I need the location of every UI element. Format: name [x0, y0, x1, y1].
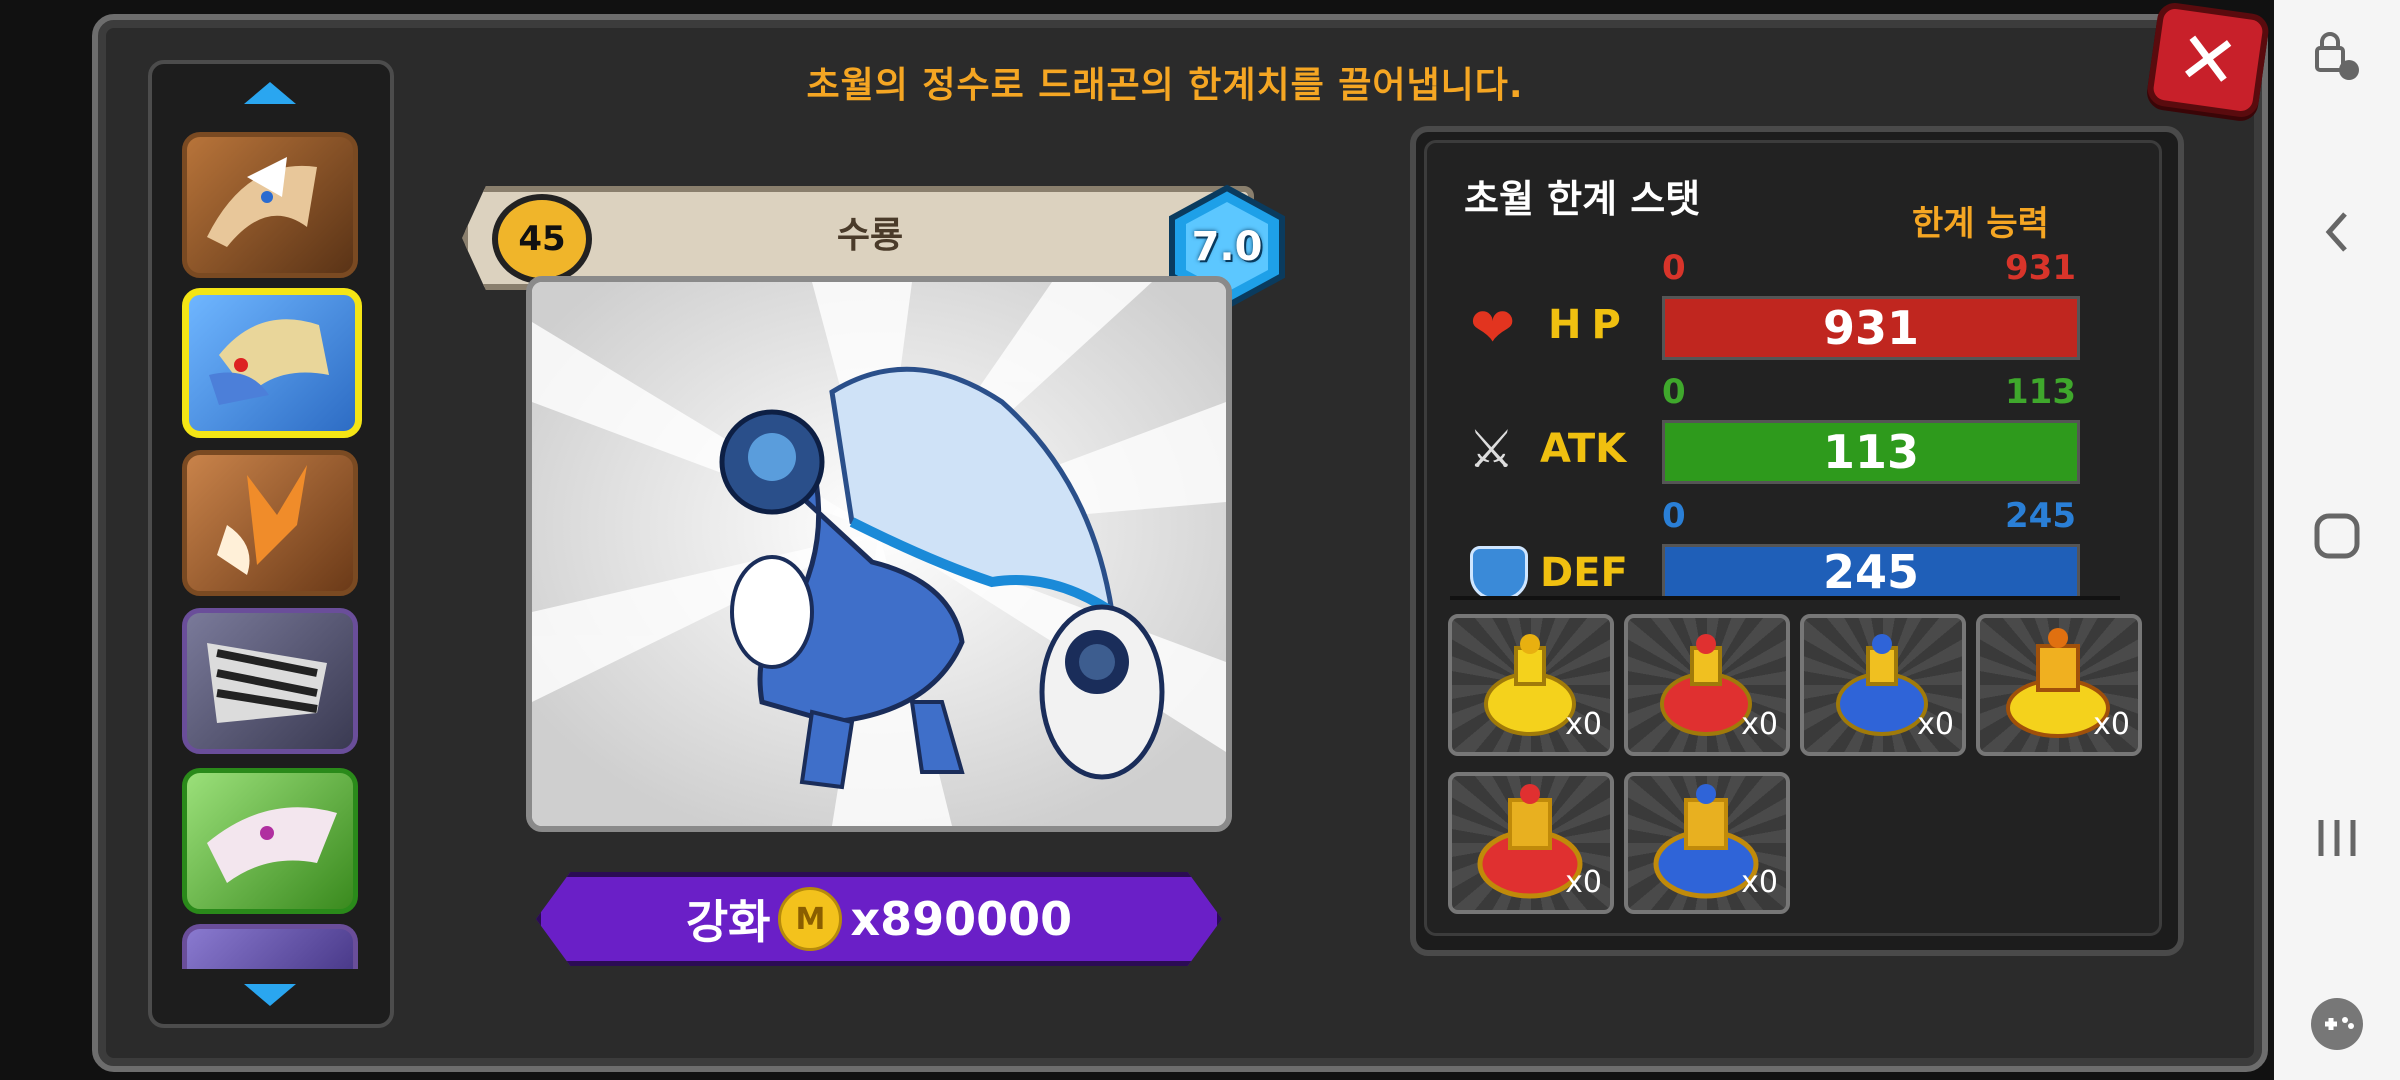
- close-button[interactable]: ✕: [2145, 0, 2271, 120]
- dragon-icon: [209, 319, 329, 405]
- atk-min: 0: [1662, 372, 1686, 412]
- def-bar: 245: [1662, 544, 2080, 599]
- hp-value: 931: [1822, 301, 1920, 355]
- dragon-icon: [207, 157, 317, 247]
- dragon-thumb-4[interactable]: [182, 608, 358, 754]
- scroll-up-icon[interactable]: [244, 82, 296, 104]
- touch-lock-icon[interactable]: [2303, 24, 2371, 92]
- atk-label: ATK: [1540, 426, 1627, 472]
- potion-count: x0: [1741, 865, 1778, 900]
- atk-max: 113: [2005, 372, 2076, 412]
- upgrade-label: 강화: [685, 895, 771, 949]
- home-icon[interactable]: [2303, 502, 2371, 570]
- shield-icon: [1470, 546, 1528, 600]
- atk-bar: 113: [1662, 420, 2080, 484]
- potion-count: x0: [1565, 865, 1602, 900]
- back-icon[interactable]: [2303, 198, 2371, 266]
- dragon-thumb-5[interactable]: [182, 768, 358, 914]
- coin-symbol: M: [795, 901, 826, 937]
- dragon-thumb-6[interactable]: [182, 924, 358, 969]
- potion-slot-blue-large[interactable]: x0: [1624, 772, 1790, 914]
- potion-count: x0: [1741, 707, 1778, 742]
- def-label: DEF: [1540, 550, 1628, 596]
- potion-slot-red-large[interactable]: x0: [1448, 772, 1614, 914]
- panel-header: 초월의 정수로 드래곤의 한계치를 끌어냅니다.: [806, 65, 1524, 106]
- crossed-swords-icon: ⚔: [1468, 420, 1515, 480]
- gold-coin-icon: M: [778, 887, 843, 951]
- dragon-icon: [217, 465, 307, 575]
- dragon-thumb-1[interactable]: [182, 132, 358, 278]
- hp-bar: 931: [1662, 296, 2080, 360]
- stat-title: 초월 한계 스탯: [1464, 177, 1701, 221]
- potion-slot-yellow[interactable]: x0: [1448, 614, 1614, 756]
- dragon-name: 수룡: [836, 215, 904, 256]
- game-tools-icon[interactable]: [2303, 990, 2371, 1058]
- potion-count: x0: [1917, 707, 1954, 742]
- close-icon: ✕: [2172, 14, 2244, 106]
- potion-slot-blue[interactable]: x0: [1800, 614, 1966, 756]
- dragon-thumb-3[interactable]: [182, 450, 358, 596]
- def-min: 0: [1662, 496, 1686, 536]
- potion-slot-gold[interactable]: x0: [1976, 614, 2142, 756]
- stat-divider: [1450, 596, 2120, 600]
- recents-icon[interactable]: [2303, 804, 2371, 872]
- potion-slot-red[interactable]: x0: [1624, 614, 1790, 756]
- dragon-icon: [207, 807, 337, 883]
- dragon-list: [148, 60, 394, 1028]
- potion-count: x0: [2093, 707, 2130, 742]
- level-badge: 45: [492, 194, 592, 284]
- scroll-down-icon[interactable]: [244, 984, 296, 1006]
- def-value: 245: [1822, 545, 1920, 599]
- dragon-thumb-2-selected[interactable]: [182, 288, 362, 438]
- heart-icon: ❤: [1470, 296, 1516, 359]
- upgrade-cost: x890000: [850, 892, 1073, 946]
- hp-label: HP: [1548, 302, 1631, 348]
- dragon-icon: [207, 643, 327, 723]
- hp-min: 0: [1662, 248, 1686, 288]
- dragon-portrait: [526, 276, 1232, 832]
- dragon-illustration: [532, 282, 1226, 826]
- def-max: 245: [2005, 496, 2076, 536]
- atk-value: 113: [1822, 425, 1920, 479]
- potion-count: x0: [1565, 707, 1602, 742]
- hp-max: 931: [2005, 248, 2076, 288]
- upgrade-button[interactable]: 강화 M x890000: [536, 872, 1222, 966]
- grade-value: 7.0: [1191, 224, 1263, 270]
- limit-ability-label: 한계 능력: [1912, 204, 2049, 244]
